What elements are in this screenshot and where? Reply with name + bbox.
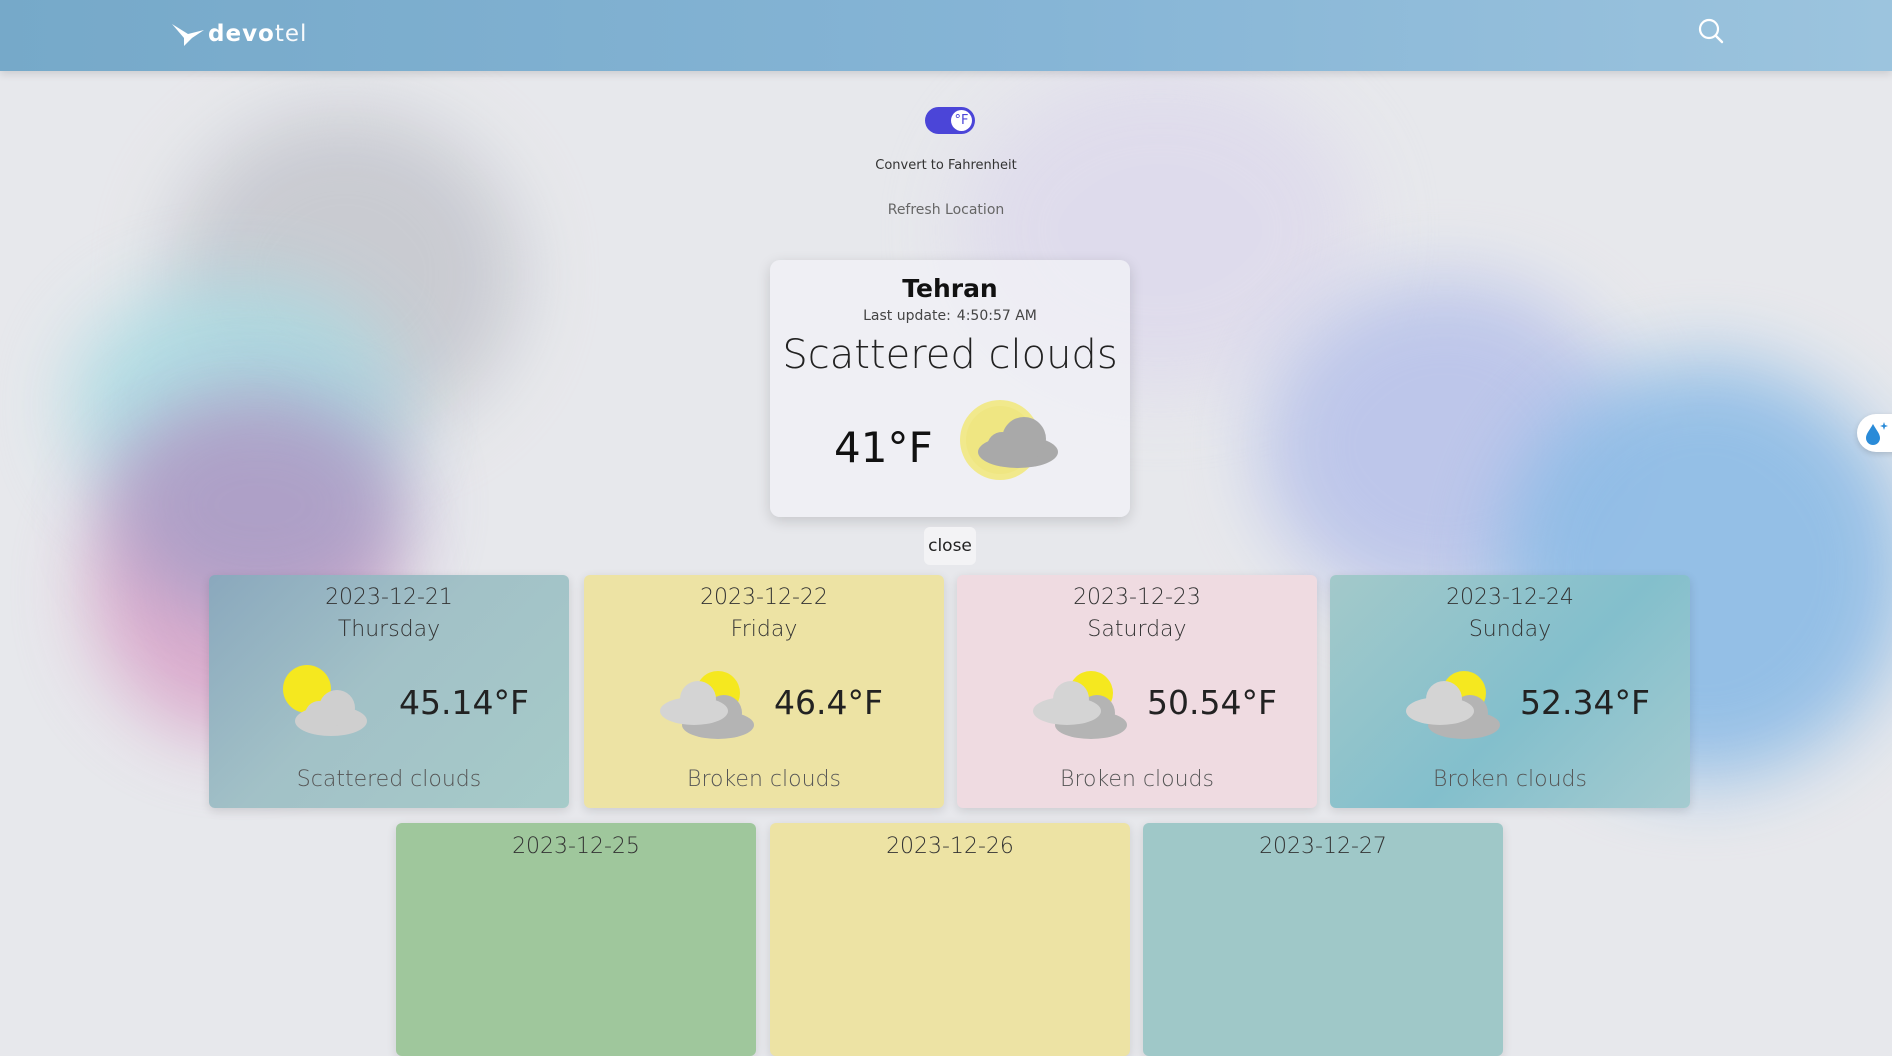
fahrenheit-toggle[interactable]: °F bbox=[925, 107, 975, 134]
forecast-card[interactable]: 2023-12-25 bbox=[396, 823, 756, 1056]
forecast-card[interactable]: 2023-12-27 bbox=[1143, 823, 1503, 1056]
forecast-temp: 46.4°F bbox=[774, 683, 883, 722]
devotel-logo[interactable]: devotel bbox=[170, 20, 307, 48]
broken-clouds-icon bbox=[1033, 671, 1127, 739]
side-floating-button[interactable] bbox=[1857, 414, 1892, 452]
forecast-date: 2023-12-23 bbox=[1073, 585, 1201, 610]
forecast-temp: 52.34°F bbox=[1520, 683, 1650, 722]
forecast-date: 2023-12-21 bbox=[325, 585, 453, 610]
forecast-desc: Broken clouds bbox=[687, 767, 841, 792]
forecast-date: 2023-12-26 bbox=[886, 834, 1014, 859]
bird-logo-icon bbox=[172, 24, 204, 46]
close-button[interactable]: close bbox=[924, 527, 976, 565]
forecast-day: Friday bbox=[730, 617, 798, 642]
forecast-date: 2023-12-22 bbox=[700, 585, 828, 610]
sun-cloud-icon bbox=[283, 665, 367, 736]
current-condition: Scattered clouds bbox=[782, 332, 1118, 378]
forecast-card[interactable]: 2023-12-21 Thursday 45.14°F Scattered cl… bbox=[209, 575, 569, 808]
forecast-day: Thursday bbox=[337, 617, 441, 642]
forecast-day: Saturday bbox=[1087, 617, 1187, 642]
forecast-card[interactable]: 2023-12-24 Sunday 52.34°F Broken clouds bbox=[1330, 575, 1690, 808]
sun-cloud-icon bbox=[960, 400, 1058, 480]
broken-clouds-icon bbox=[1406, 671, 1500, 739]
last-update-time: 4:50:57 AM bbox=[956, 308, 1037, 324]
last-update-label: Last update: bbox=[863, 308, 951, 324]
search-icon[interactable] bbox=[1696, 16, 1726, 46]
city-name: Tehran bbox=[902, 274, 998, 303]
refresh-location-container: Refresh Location bbox=[0, 202, 1892, 218]
forecast-date: 2023-12-27 bbox=[1259, 834, 1387, 859]
forecast-date: 2023-12-25 bbox=[512, 834, 640, 859]
broken-clouds-icon bbox=[660, 671, 754, 739]
forecast-card[interactable]: 2023-12-23 Saturday 50.54°F Broken cloud… bbox=[957, 575, 1317, 808]
refresh-location-link[interactable]: Refresh Location bbox=[888, 202, 1005, 218]
forecast-day: Sunday bbox=[1468, 617, 1552, 642]
forecast-desc: Broken clouds bbox=[1060, 767, 1214, 792]
forecast-date: 2023-12-24 bbox=[1446, 585, 1574, 610]
forecast-card[interactable]: 2023-12-26 bbox=[770, 823, 1130, 1056]
background-blob bbox=[1260, 280, 1630, 610]
toggle-label: Convert to Fahrenheit bbox=[875, 158, 1017, 173]
toggle-knob: °F bbox=[951, 110, 972, 131]
water-drops-icon bbox=[1866, 422, 1888, 445]
forecast-temp: 45.14°F bbox=[399, 683, 529, 722]
app-header: devotel bbox=[0, 0, 1892, 71]
current-temperature: 41°F bbox=[834, 423, 933, 472]
current-weather-card: Tehran Last update: 4:50:57 AM Scattered … bbox=[770, 260, 1130, 517]
forecast-card[interactable]: 2023-12-22 Friday 46.4°F Broken clouds bbox=[584, 575, 944, 808]
last-update: Last update: 4:50:57 AM bbox=[770, 308, 1130, 324]
forecast-desc: Broken clouds bbox=[1433, 767, 1587, 792]
logo-text: devotel bbox=[208, 21, 308, 47]
background-blob bbox=[70, 280, 400, 530]
forecast-temp: 50.54°F bbox=[1147, 683, 1277, 722]
forecast-desc: Scattered clouds bbox=[296, 767, 482, 792]
